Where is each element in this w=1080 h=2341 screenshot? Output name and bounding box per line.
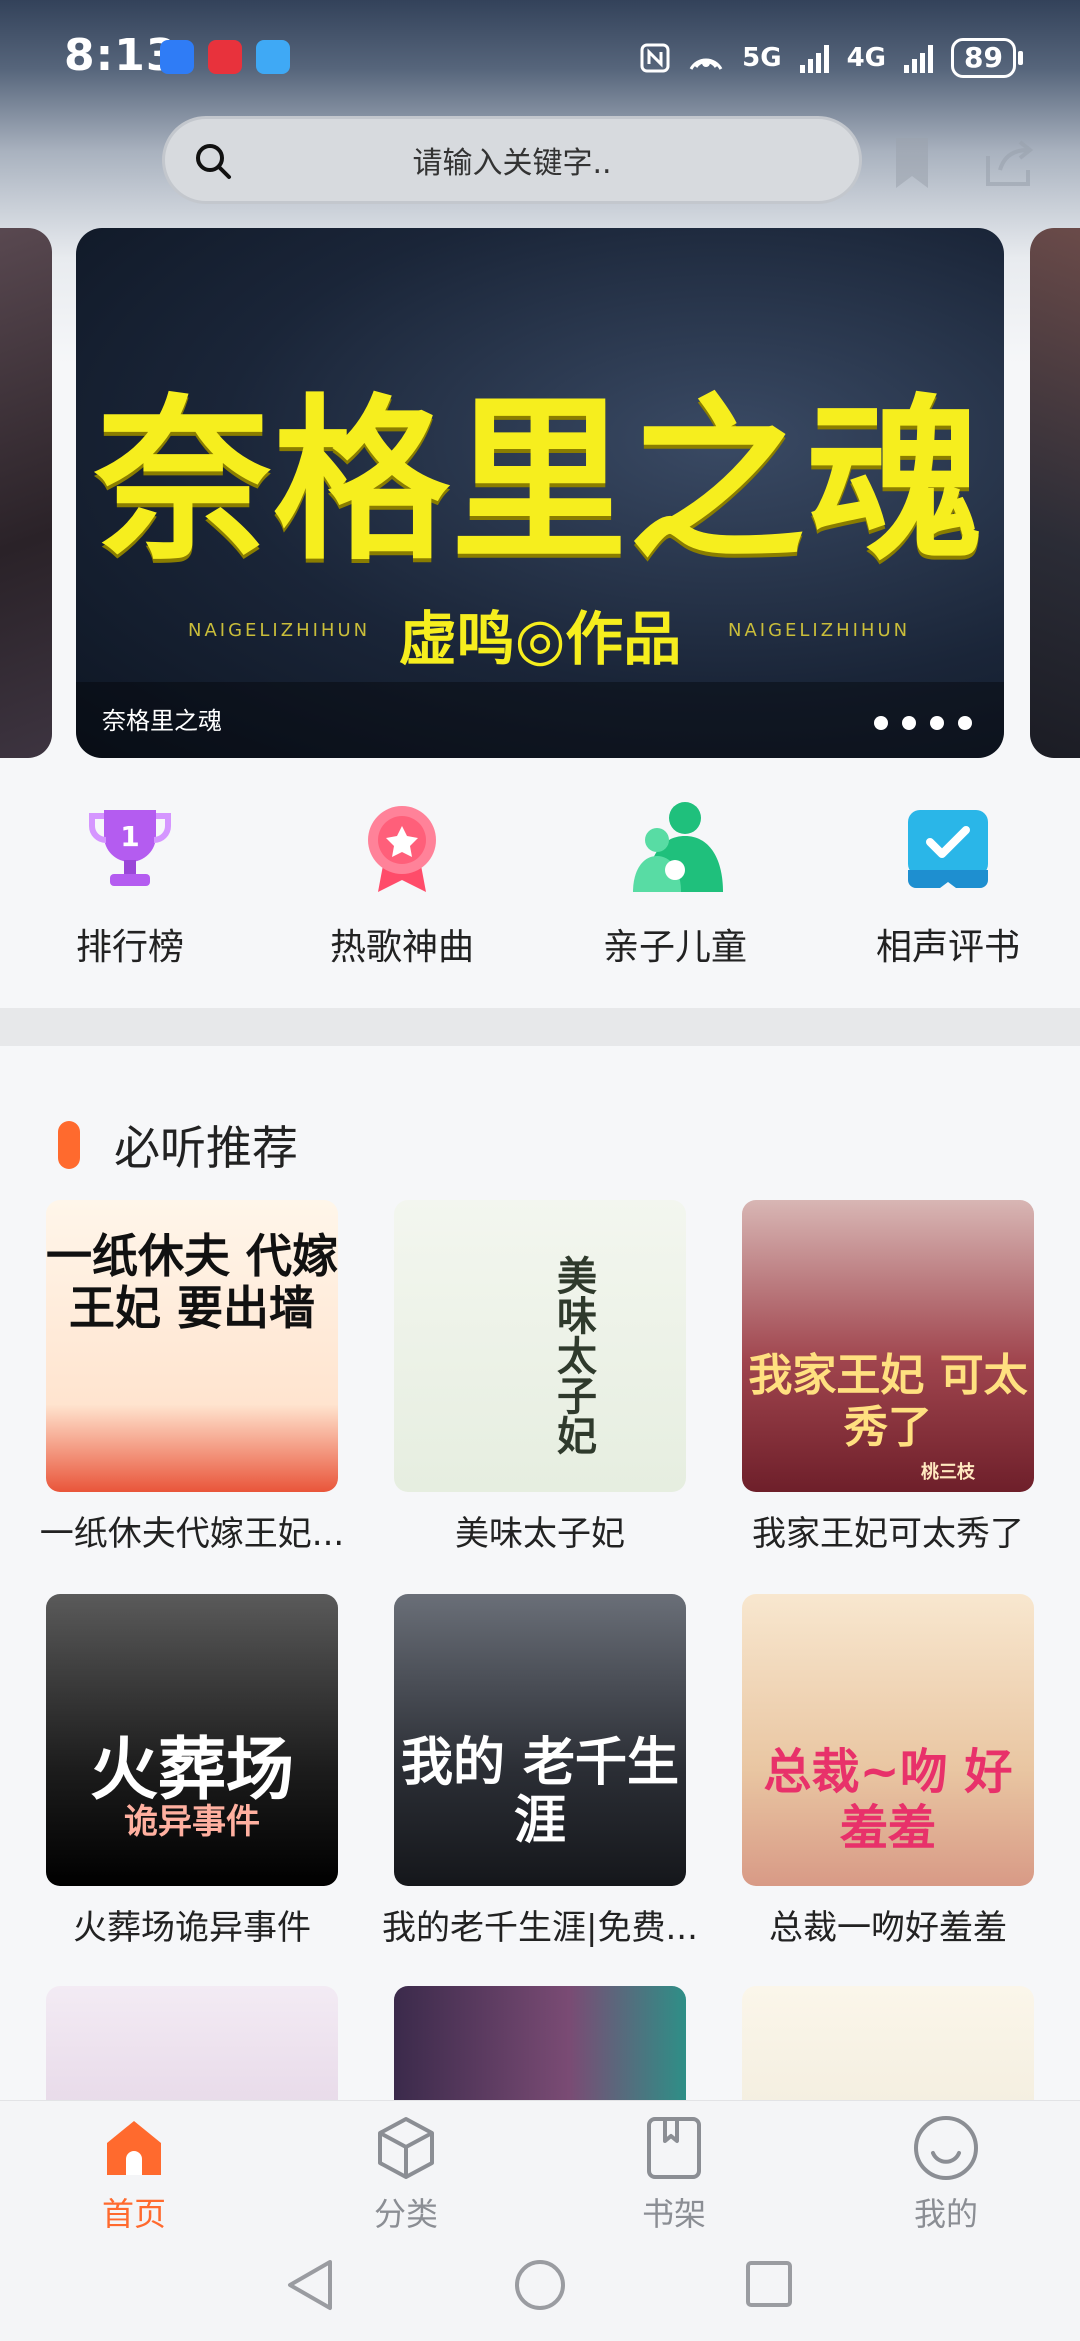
nfc-icon [640,43,670,73]
back-icon[interactable] [288,2260,332,2310]
battery-indicator: 89 [951,38,1023,78]
bookmark-icon[interactable] [892,134,932,192]
quick-link-crosstalk[interactable]: 相声评书 [838,800,1058,970]
shield-app-icon [160,40,194,74]
nav-label: 书架 [641,2195,706,2233]
trophy-icon: 1 [89,810,171,886]
nav-bookshelf[interactable]: 书架 [574,2113,774,2235]
cover-title: 我家王妃 可太秀了 [748,1350,1028,1453]
section-divider [0,1008,1080,1046]
recents-icon[interactable] [746,2261,792,2307]
open-book-check-icon [908,810,988,888]
search-placeholder: 请输入关键字.. [412,146,612,181]
cover-title: 美味太子妃 [550,1255,596,1455]
hotspot-icon [689,58,723,70]
svg-text:1: 1 [120,820,139,853]
banner-author: 虚鸣◎作品 [398,605,682,673]
share-icon[interactable] [982,136,1038,190]
nav-home[interactable]: 首页 [34,2113,234,2235]
carousel-dot[interactable] [930,716,944,730]
book-cover: 我家王妃 可太秀了 桃三枝 [742,1200,1034,1492]
book-cover: 火葬场 诡异事件 [46,1594,338,1886]
banner-carousel[interactable]: 奈格里之魂 NAIGELIZHIHUN NAIGELIZHIHUN 虚鸣◎作品 … [76,228,1004,758]
weather-app-icon [256,40,290,74]
quick-link-label: 亲子儿童 [602,927,747,968]
medal-star-icon [368,806,436,892]
section-title: 必听推荐 [114,1121,298,1175]
banner-next-preview[interactable] [1030,228,1080,758]
carousel-dot[interactable] [902,716,916,730]
cover-title: 深夜 [504,2000,686,2056]
nav-label: 我的 [913,2195,978,2233]
system-nav-bar [288,2260,792,2310]
quick-link-label: 相声评书 [875,927,1020,968]
book-title: 总裁一吻好羞羞 [769,1908,1007,1948]
quick-link-kids[interactable]: 亲子儿童 [565,800,785,970]
quick-link-hit-songs[interactable]: 热歌神曲 [292,800,512,970]
carousel-indicator [874,716,972,730]
profile-smile-icon [914,2116,978,2180]
quick-links: 1 排行榜 热歌神曲 亲子儿童 相声评书 [0,800,1080,970]
book-title: 美味太子妃 [455,1514,625,1554]
signal-icon [799,43,829,73]
home-icon [107,2121,161,2175]
home-circle-icon[interactable] [515,2260,565,2310]
cover-author: 桃三枝 [921,1462,975,1483]
nav-profile[interactable]: 我的 [846,2113,1046,2235]
cover-title: 总裁~吻 好羞羞 [763,1744,1013,1856]
cube-icon [378,2117,434,2179]
book-title: 我的老千生涯|免费... [382,1908,698,1948]
book-title: 我家王妃可太秀了 [752,1514,1024,1554]
carousel-dot[interactable] [874,716,888,730]
book-cover: 美味太子妃 [394,1200,686,1492]
section-header: 必听推荐 [58,1112,298,1178]
banner-title-art: 奈格里之魂 [94,377,985,584]
quick-link-label: 排行榜 [75,927,184,968]
bookshelf-icon [647,2117,701,2179]
book-app-icon [208,40,242,74]
nav-category[interactable]: 分类 [306,2113,506,2235]
section-accent-bar [58,1121,80,1169]
book-cover: 我的 老千生涯 [394,1594,686,1886]
search-input[interactable]: 请输入关键字.. [162,116,862,204]
status-indicators: 5G 4G 89 [640,38,1023,78]
nav-label: 分类 [373,2195,438,2233]
search-icon [196,144,231,179]
carousel-dot[interactable] [958,716,972,730]
book-cover: 总裁~吻 好羞羞 [742,1594,1034,1886]
book-title: 一纸休夫代嫁王妃... [39,1514,345,1554]
banner-prev-preview[interactable] [0,228,52,758]
quick-link-ranking[interactable]: 1 排行榜 [20,800,240,970]
book-title: 火葬场诡异事件 [73,1908,311,1948]
book-cover: 一纸休夫 代嫁王妃 要出墙 [46,1200,338,1492]
nav-label: 首页 [101,2195,166,2233]
signal-icon [904,43,934,73]
banner-caption: 奈格里之魂 [102,707,222,735]
network-5g-label: 5G [742,43,782,73]
network-4g-label: 4G [846,43,887,73]
status-bar: 8:13 5G 4G 89 [0,0,1080,120]
cover-title: 一纸休夫 代嫁王妃 要出墙 [46,1229,338,1335]
cover-subtitle: 诡异事件 [124,1802,260,1842]
notification-icons [160,40,290,74]
quick-link-label: 热歌神曲 [329,927,474,968]
cover-title: 我的 老千生涯 [400,1733,680,1851]
parent-child-icon [633,802,723,892]
